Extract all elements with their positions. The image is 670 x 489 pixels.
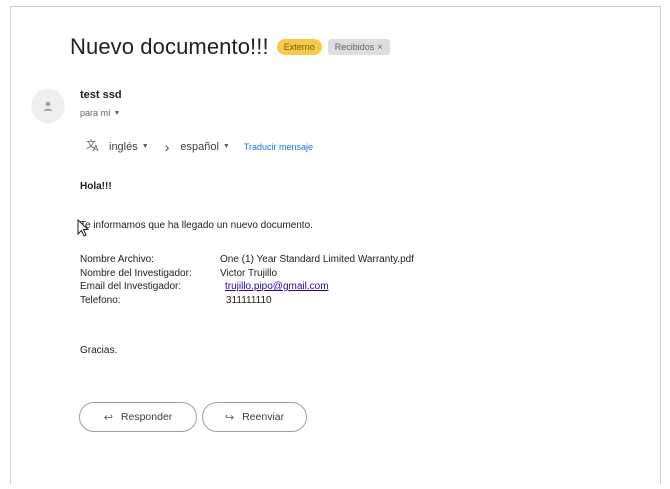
details-key: Telefono: (80, 294, 121, 306)
details-row: Nombre Archivo: One (1) Year Standard Li… (80, 254, 414, 268)
remove-label-icon[interactable]: × (377, 42, 382, 52)
details-key: Nombre del Investigador: (80, 267, 192, 279)
source-language-dropdown[interactable]: inglés ▼ (109, 141, 149, 153)
label-external[interactable]: Externo (276, 39, 322, 55)
details-list: Nombre Archivo: One (1) Year Standard Li… (80, 254, 414, 308)
intro-text: Te informamos que ha llegado un nuevo do… (80, 220, 313, 231)
sender-avatar[interactable] (31, 89, 65, 123)
forward-icon: ↪ (224, 411, 235, 424)
subject-row: Nuevo documento!!! Externo Recibidos × (70, 34, 390, 60)
details-value: One (1) Year Standard Limited Warranty.p… (220, 254, 414, 265)
translate-message-link[interactable]: Traducir mensaje (244, 142, 313, 152)
recipient-toggle[interactable]: para mí ▼ (80, 108, 120, 118)
details-value: 311111110 (226, 294, 272, 306)
source-language: inglés (109, 140, 138, 153)
sender-name[interactable]: test ssd (80, 89, 122, 101)
forward-label: Reenviar (242, 411, 285, 423)
details-key: Nombre Archivo: (80, 254, 154, 265)
translate-bar: 文 A inglés ▼ › español ▼ Traducir mensaj… (86, 138, 313, 155)
details-row: Telefono: 311111110 (80, 295, 414, 309)
recipient-label: para mí (80, 108, 111, 118)
reply-label: Responder (120, 411, 173, 423)
chevron-down-icon: ▼ (141, 143, 149, 150)
closing-text: Gracias. (80, 345, 118, 356)
person-icon (44, 101, 52, 111)
reply-icon: ↩ (103, 411, 113, 424)
chevron-right-icon: › (164, 138, 170, 155)
forward-button[interactable]: ↪ Reenviar (202, 402, 307, 432)
details-value: Victor Trujillo (220, 267, 278, 279)
details-row: Nombre del Investigador: Victor Trujillo (80, 268, 414, 282)
reply-button[interactable]: ↩ Responder (79, 402, 197, 432)
chevron-down-icon: ▼ (113, 109, 121, 117)
details-value: trujillo.pipo@gmail.com (220, 281, 329, 295)
translate-icon: 文 A (86, 138, 101, 155)
target-language: español (180, 140, 219, 153)
svg-text:A: A (93, 144, 99, 152)
details-row: Email del Investigador: trujillo.pipo@gm… (80, 281, 414, 295)
details-key: Email del Investigador: (80, 281, 182, 292)
investigator-email-link[interactable]: trujillo.pipo@gmail.com (225, 281, 329, 292)
target-language-dropdown[interactable]: español ▼ (180, 141, 229, 153)
text-cursor-icon (77, 219, 89, 237)
label-inbox[interactable]: Recibidos × (327, 39, 390, 55)
greeting: Hola!!! (80, 181, 112, 192)
email-subject: Nuevo documento!!! (70, 34, 269, 59)
chevron-down-icon: ▼ (222, 143, 230, 150)
label-inbox-text: Recibidos (334, 42, 375, 52)
